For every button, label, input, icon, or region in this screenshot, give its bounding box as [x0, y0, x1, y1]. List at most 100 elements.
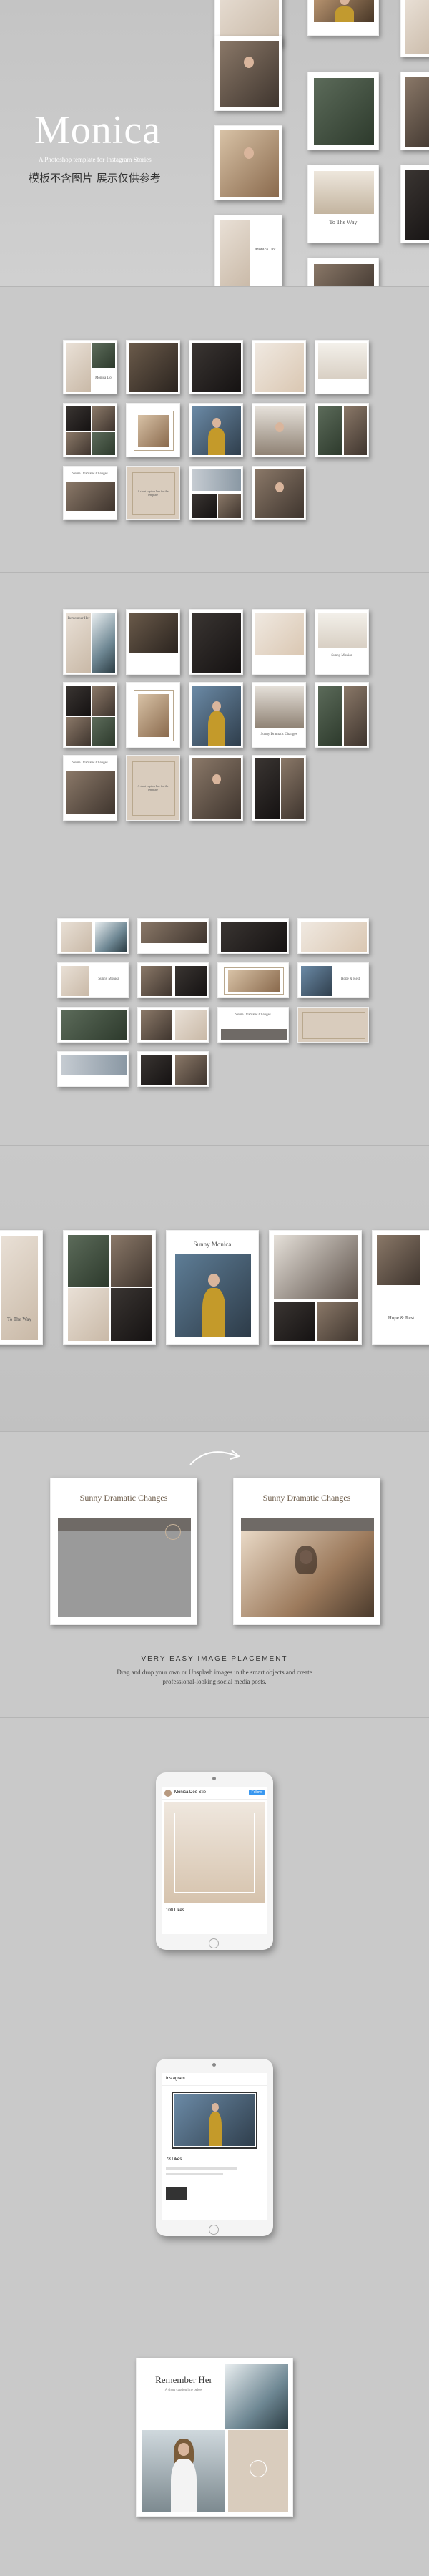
tablet-device: Instagram 78 Likes: [156, 2059, 273, 2236]
before-card: Sunny Dramatic Changes: [50, 1478, 197, 1625]
landscape-card: Hope & Rest: [297, 962, 369, 998]
account-name[interactable]: Instagram: [166, 2077, 185, 2081]
after-band: [241, 1518, 374, 1531]
template-card: Sunny Monica: [315, 609, 369, 675]
hero-card: [400, 165, 429, 243]
card-title: Sunny Monica: [331, 654, 352, 658]
hero-subtitle: A Photoshop template for Instagram Stori…: [39, 156, 152, 163]
comment-line: [166, 2167, 237, 2170]
large-card: [63, 1230, 156, 1345]
final-title: Remember Her: [155, 2374, 212, 2385]
template-card: [252, 609, 306, 675]
template-card: [252, 403, 306, 457]
placement-heading: VERY EASY IMAGE PLACEMENT: [141, 1655, 288, 1663]
template-card: Some Dramatic Changes: [63, 755, 117, 821]
tablet-screen: Monica Dee Stie Follow 100 Likes: [162, 1787, 267, 1934]
hero-card: [307, 0, 379, 36]
tablet-section-1: Monica Dee Stie Follow 100 Likes: [0, 1718, 429, 2004]
landscape-card: [137, 1051, 209, 1087]
template-card: [252, 755, 306, 821]
final-section: Remember Her A short caption line below: [0, 2290, 429, 2576]
tablet-section-2: Instagram 78 Likes: [0, 2004, 429, 2290]
landscape-card: [57, 918, 129, 954]
card-caption: A short caption line for the template: [137, 784, 169, 791]
template-card: [189, 609, 243, 675]
ig-header: Instagram: [162, 2073, 267, 2086]
empty-image-slot[interactable]: [58, 1531, 191, 1617]
template-card: Monica Dot: [63, 340, 117, 394]
arrow-icon: [189, 1450, 241, 1465]
ig-header: Monica Dee Stie Follow: [162, 1787, 267, 1800]
template-card: [126, 609, 180, 675]
template-card: [189, 466, 243, 520]
card-caption: A short caption line for the template: [137, 489, 169, 497]
hero-card: To The Way: [307, 165, 379, 243]
card-title: Hope & Rest: [340, 977, 360, 981]
account-name[interactable]: Monica Dee Stie: [174, 1790, 206, 1795]
seal-icon: [250, 2460, 267, 2477]
thumbnail: [166, 2187, 187, 2200]
template-card: A short caption line for the template: [126, 755, 180, 821]
final-caption: A short caption line below: [164, 2389, 203, 2392]
hero-title: Monica: [34, 108, 162, 152]
landscape-card: [217, 962, 289, 998]
camera-dot: [212, 1777, 216, 1780]
hero-card: [214, 125, 282, 200]
template-card: [63, 682, 117, 748]
avatar[interactable]: [164, 1790, 172, 1797]
landscape-card: Sunny Monica: [57, 962, 129, 998]
template-card: [315, 682, 369, 748]
hero-card: [400, 72, 429, 150]
card-title: Some Dramatic Changes: [235, 1013, 271, 1017]
landscape-card: [57, 1007, 129, 1043]
landscape-card: [217, 918, 289, 954]
template-card: [189, 403, 243, 457]
template-card: [126, 682, 180, 748]
card-title: Hope & Rest: [388, 1315, 415, 1321]
template-card: [189, 340, 243, 394]
likes-count: 100 Likes: [166, 1908, 184, 1913]
landscape-card: [137, 1007, 209, 1043]
template-card: Sunny Dramatic Changes: [252, 682, 306, 748]
card-title: Sunny Monica: [98, 977, 119, 981]
card-title: Remember Her: [67, 617, 90, 620]
sea-image: [225, 2364, 288, 2429]
template-card: [252, 340, 306, 394]
hero-card: Monica Dot: [214, 215, 282, 286]
template-card: [315, 340, 369, 394]
likes-count: 78 Likes: [166, 2157, 182, 2162]
card-title: To The Way: [329, 219, 358, 225]
after-title: Sunny Dramatic Changes: [262, 1493, 351, 1503]
template-card: [63, 403, 117, 457]
landscape-card: [137, 962, 209, 998]
placed-image[interactable]: [241, 1531, 374, 1617]
home-button[interactable]: [209, 1938, 219, 1948]
card-title: Sunny Monica: [193, 1241, 232, 1248]
template-card: [126, 340, 180, 394]
home-button[interactable]: [209, 2225, 219, 2235]
template-card: Some Dramatic Changes: [63, 466, 117, 520]
tablet-screen: Instagram 78 Likes: [162, 2073, 267, 2220]
final-card: Remember Her A short caption line below: [136, 2358, 293, 2517]
hero-card: [307, 258, 379, 286]
large-row-section: To The Way Sunny Monica Hope & Rest: [0, 1146, 429, 1432]
follow-button[interactable]: Follow: [248, 1790, 265, 1795]
template-card: [189, 755, 243, 821]
hero-cn-note: 模板不含图片 展示仅供参考: [29, 172, 161, 185]
hero-card: [307, 72, 379, 150]
comment-line: [166, 2173, 223, 2175]
template-card: [315, 403, 369, 457]
landscape-card: [137, 918, 209, 954]
card-title: Sunny Dramatic Changes: [260, 733, 297, 736]
template-card: [252, 466, 306, 520]
large-card: Hope & Rest: [372, 1230, 429, 1345]
template-card: [189, 682, 243, 748]
hero-section: Monica A Photoshop template for Instagra…: [0, 0, 429, 286]
hero-card: [400, 0, 429, 57]
large-card: To The Way: [0, 1230, 43, 1345]
seal-icon: [165, 1524, 181, 1540]
card-title: Monica Dot: [255, 248, 276, 252]
card-title: To The Way: [6, 1317, 32, 1322]
placement-body: Drag and drop your own or Unsplash image…: [117, 1669, 312, 1685]
grid-section-b: Remember Her Sunny Monica Sunny Dramatic…: [0, 573, 429, 859]
